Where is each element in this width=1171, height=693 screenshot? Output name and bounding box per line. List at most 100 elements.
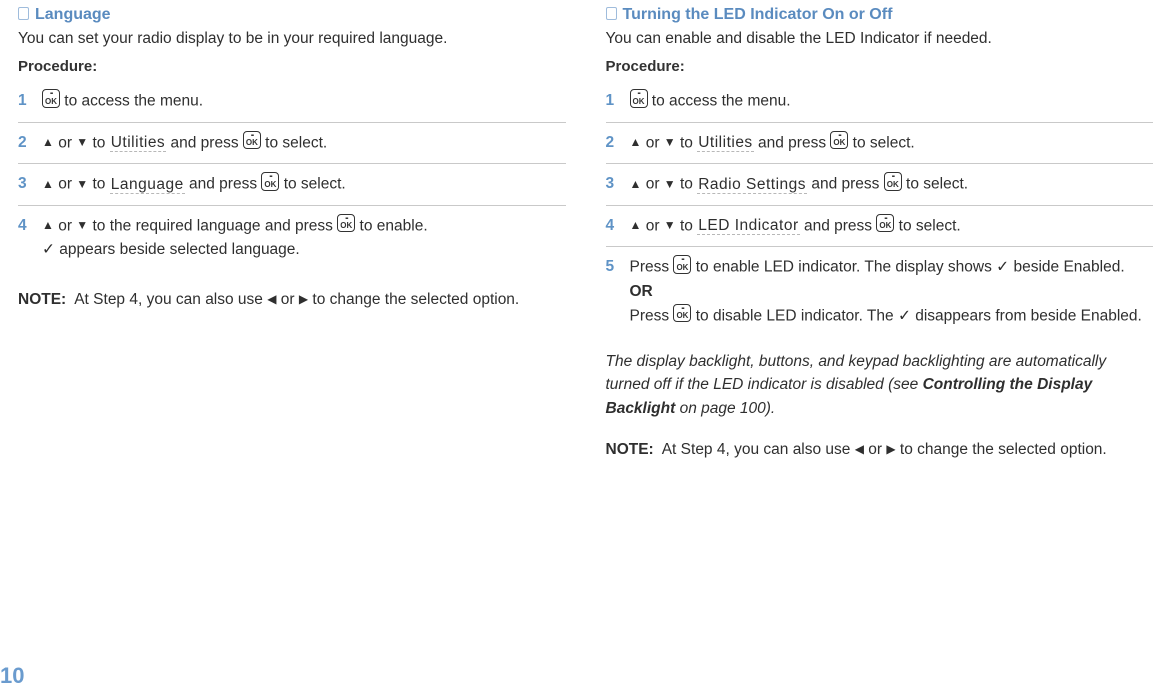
- note-body: At Step 4, you can also use ◀ or ▶ to ch…: [662, 438, 1107, 461]
- left-section-title: Language: [18, 6, 566, 24]
- step-text: to select.: [894, 217, 960, 234]
- step-number: 4: [18, 214, 42, 263]
- down-arrow-icon: ▼: [76, 133, 88, 152]
- ok-button-icon: ▪▪OK: [876, 214, 894, 233]
- ok-button-icon: ▪▪OK: [673, 304, 691, 323]
- note-text: At Step 4, you can also use: [662, 441, 855, 458]
- right-note: NOTE: At Step 4, you can also use ◀ or ▶…: [606, 438, 1154, 461]
- up-arrow-icon: ▲: [630, 133, 642, 152]
- step-text: to access the menu.: [648, 93, 791, 110]
- step-text: or: [54, 176, 76, 193]
- ok-button-icon: ▪▪OK: [243, 131, 261, 150]
- left-lead: You can set your radio display to be in …: [18, 30, 566, 48]
- step-text: or: [641, 134, 663, 151]
- step-body: ▪▪OK to access the menu.: [630, 89, 1154, 114]
- step-text: to enable.: [355, 217, 427, 234]
- step-body: ▲ or ▼ to Language and press ▪▪OK to sel…: [42, 172, 566, 197]
- right-step-5: 5 Press ▪▪OK to enable LED indicator. Th…: [606, 247, 1154, 336]
- step-text: to disable LED indicator. The ✓ disappea…: [691, 307, 1141, 324]
- left-title-text: Language: [35, 6, 111, 23]
- up-arrow-icon: ▲: [630, 175, 642, 194]
- step-text: to: [676, 217, 698, 234]
- step-body: ▲ or ▼ to LED Indicator and press ▪▪OK t…: [630, 214, 1154, 239]
- right-procedure-list: 1 ▪▪OK to access the menu. 2 ▲ or ▼ to U…: [606, 81, 1154, 336]
- down-arrow-icon: ▼: [664, 133, 676, 152]
- up-arrow-icon: ▲: [42, 133, 54, 152]
- ok-button-icon: ▪▪OK: [337, 214, 355, 233]
- right-step-3: 3 ▲ or ▼ to Radio Settings and press ▪▪O…: [606, 164, 1154, 206]
- up-arrow-icon: ▲: [42, 216, 54, 235]
- step-body: ▲ or ▼ to Radio Settings and press ▪▪OK …: [630, 172, 1154, 197]
- step-text: or: [641, 176, 663, 193]
- step-number: 1: [606, 89, 630, 114]
- ok-button-icon: ▪▪OK: [630, 89, 648, 108]
- menu-item: Utilities: [697, 134, 753, 152]
- right-title-text: Turning the LED Indicator On or Off: [623, 6, 893, 23]
- down-arrow-icon: ▼: [76, 175, 88, 194]
- right-step-2: 2 ▲ or ▼ to Utilities and press ▪▪OK to …: [606, 123, 1154, 165]
- step-number: 2: [18, 131, 42, 156]
- right-step-1: 1 ▪▪OK to access the menu.: [606, 81, 1154, 123]
- step-text: or: [54, 217, 76, 234]
- left-step-4: 4 ▲ or ▼ to the required language and pr…: [18, 206, 566, 271]
- menu-item: Language: [110, 176, 185, 194]
- note-text: to change the selected option.: [896, 441, 1107, 458]
- step-body: ▪▪OK to access the menu.: [42, 89, 566, 114]
- menu-item: LED Indicator: [697, 217, 799, 235]
- step-text: to the required language and press: [88, 217, 337, 234]
- note-body: At Step 4, you can also use ◀ or ▶ to ch…: [74, 288, 519, 311]
- down-arrow-icon: ▼: [664, 175, 676, 194]
- right-column: Turning the LED Indicator On or Off You …: [606, 6, 1154, 461]
- note-label: NOTE:: [18, 288, 66, 311]
- step-text: and press: [166, 134, 243, 151]
- step-text: and press: [185, 176, 262, 193]
- step-text: and press: [807, 176, 884, 193]
- left-step-3: 3 ▲ or ▼ to Language and press ▪▪OK to s…: [18, 164, 566, 206]
- menu-item: Utilities: [110, 134, 166, 152]
- menu-item: Radio Settings: [697, 176, 807, 194]
- right-procedure-label: Procedure:: [606, 58, 1154, 75]
- left-step-1: 1 ▪▪OK to access the menu.: [18, 81, 566, 123]
- or-label: OR: [630, 283, 653, 300]
- step-text: and press: [800, 217, 877, 234]
- down-arrow-icon: ▼: [76, 216, 88, 235]
- note-text: or: [864, 441, 886, 458]
- step-number: 2: [606, 131, 630, 156]
- step-text: ✓ appears beside selected language.: [42, 241, 300, 258]
- step-number: 3: [606, 172, 630, 197]
- left-procedure-list: 1 ▪▪OK to access the menu. 2 ▲ or ▼ to U…: [18, 81, 566, 270]
- step-text: Press: [630, 259, 674, 276]
- step-body: ▲ or ▼ to the required language and pres…: [42, 214, 566, 263]
- step-text: to select.: [902, 176, 968, 193]
- section-marker-icon: [18, 7, 29, 20]
- note-text: At Step 4, you can also use: [74, 291, 267, 308]
- step-text: and press: [754, 134, 831, 151]
- ok-button-icon: ▪▪OK: [884, 172, 902, 191]
- ok-button-icon: ▪▪OK: [261, 172, 279, 191]
- note-label: NOTE:: [606, 438, 654, 461]
- section-marker-icon: [606, 7, 617, 20]
- right-italic-note: The display backlight, buttons, and keyp…: [606, 350, 1154, 420]
- up-arrow-icon: ▲: [630, 216, 642, 235]
- ok-button-icon: ▪▪OK: [830, 131, 848, 150]
- italic-text: on page 100).: [675, 400, 775, 417]
- step-text: to access the menu.: [60, 93, 203, 110]
- up-arrow-icon: ▲: [42, 175, 54, 194]
- ok-button-icon: ▪▪OK: [42, 89, 60, 108]
- step-number: 5: [606, 255, 630, 328]
- right-lead: You can enable and disable the LED Indic…: [606, 30, 1154, 48]
- left-column: Language You can set your radio display …: [18, 6, 566, 461]
- left-step-2: 2 ▲ or ▼ to Utilities and press ▪▪OK to …: [18, 123, 566, 165]
- step-text: to enable LED indicator. The display sho…: [691, 259, 1124, 276]
- step-text: or: [641, 217, 663, 234]
- step-body: ▲ or ▼ to Utilities and press ▪▪OK to se…: [42, 131, 566, 156]
- note-text: or: [276, 291, 298, 308]
- step-text: to: [88, 134, 110, 151]
- right-arrow-icon: ▶: [886, 440, 895, 458]
- left-arrow-icon: ◀: [855, 440, 864, 458]
- step-number: 1: [18, 89, 42, 114]
- step-text: Press: [630, 307, 674, 324]
- step-body: Press ▪▪OK to enable LED indicator. The …: [630, 255, 1154, 328]
- step-text: to: [88, 176, 110, 193]
- page-number: 10: [0, 663, 24, 689]
